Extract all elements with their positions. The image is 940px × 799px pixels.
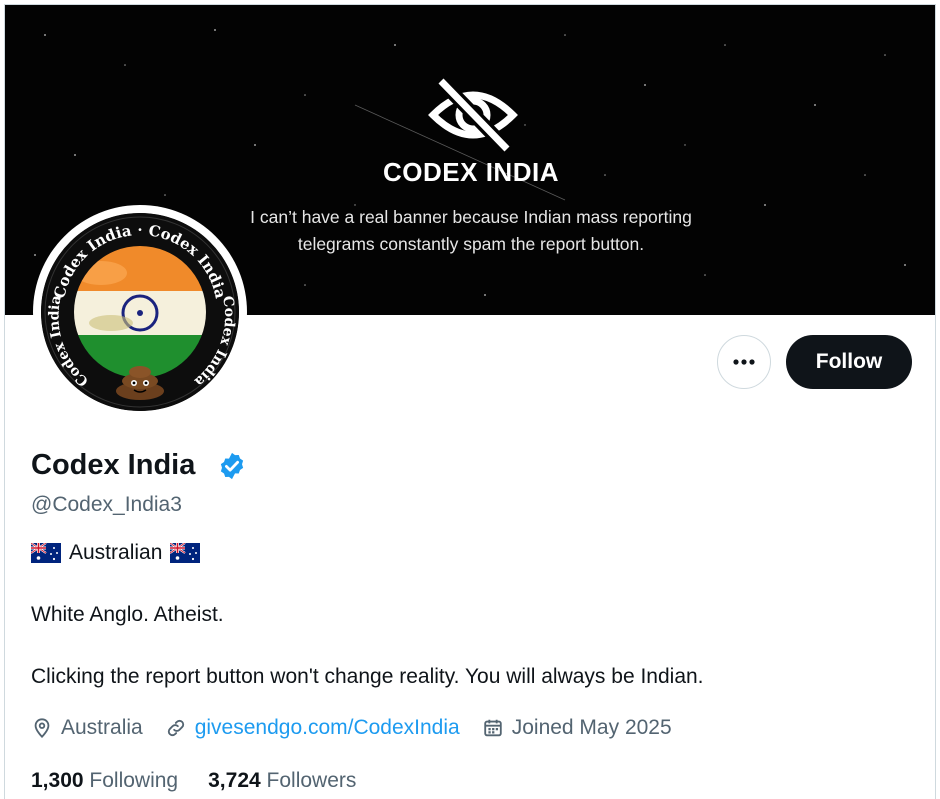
verified-badge-icon[interactable]	[217, 451, 247, 481]
calendar-icon	[484, 719, 502, 737]
followers-label: Followers	[266, 769, 357, 792]
bio-line: White Anglo. Atheist.	[31, 603, 224, 626]
follow-button[interactable]: Follow	[786, 335, 912, 389]
location-pin-icon	[34, 718, 50, 739]
following-label: Following	[89, 769, 179, 792]
crossed-eye-icon	[428, 76, 518, 154]
avatar[interactable]: Codex India · Codex India Codex India Co…	[33, 205, 247, 419]
bio-line-nationality: Australian	[31, 541, 201, 565]
australia-flag-icon	[170, 543, 201, 563]
followers-link[interactable]: 3,724 Followers	[208, 769, 356, 793]
more-options-button[interactable]	[717, 335, 771, 389]
profile-stats: 1,300 Following 3,724 Followers	[31, 769, 356, 793]
profile-page: CODEX INDIA I can’t have a real banner b…	[4, 4, 936, 799]
bio-line: Clicking the report button won't change …	[31, 665, 704, 688]
website-item[interactable]: givesendgo.com/CodexIndia	[165, 716, 460, 740]
joined-text: Joined May 2025	[511, 716, 672, 739]
link-icon	[167, 719, 184, 737]
more-icon	[733, 359, 755, 365]
website-link[interactable]: givesendgo.com/CodexIndia	[195, 716, 460, 740]
profile-handle: @Codex_India3	[31, 493, 182, 516]
profile-meta: Australia givesendgo.com/CodexIndia Join…	[31, 713, 694, 743]
location-item: Australia	[31, 716, 143, 740]
profile-name: Codex India	[31, 449, 196, 481]
bio-nationality-text: Australian	[69, 541, 163, 564]
followers-count: 3,724	[208, 769, 261, 792]
following-link[interactable]: 1,300 Following	[31, 769, 178, 793]
avatar-image: Codex India · Codex India Codex India Co…	[41, 213, 239, 411]
australia-flag-icon	[31, 543, 61, 563]
joined-item: Joined May 2025	[482, 716, 672, 740]
following-count: 1,300	[31, 769, 84, 792]
location-text: Australia	[61, 716, 143, 739]
banner-title: CODEX INDIA	[383, 157, 559, 187]
